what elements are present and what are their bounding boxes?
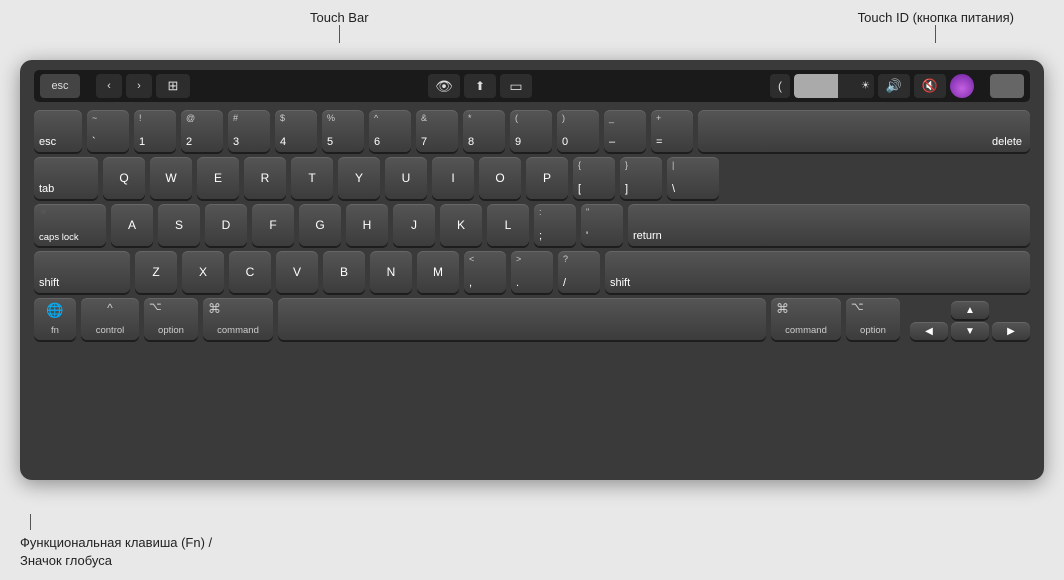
minus-key[interactable]: _ – xyxy=(604,110,646,152)
l-key[interactable]: L xyxy=(487,204,529,246)
arrow-left-key[interactable]: ◀ xyxy=(910,322,948,340)
tb-brightness-key[interactable]: ☀ xyxy=(794,74,874,98)
tb-paren-key[interactable]: ( xyxy=(770,74,790,98)
backslash-key[interactable]: | \ xyxy=(667,157,719,199)
slash-key[interactable]: ? / xyxy=(558,251,600,293)
g-key[interactable]: G xyxy=(299,204,341,246)
z-key[interactable]: Z xyxy=(135,251,177,293)
tb-siri-key[interactable] xyxy=(950,74,974,98)
p-key[interactable]: P xyxy=(526,157,568,199)
tb-eye-key[interactable]: 👁 xyxy=(428,74,460,98)
keyboard: esc ‹ › ⊞ 👁 ⬆ ▭ ( ☀ 🔊 🔇 esc ~ xyxy=(20,60,1044,480)
f-key[interactable]: F xyxy=(252,204,294,246)
period-key[interactable]: > . xyxy=(511,251,553,293)
return-key[interactable]: return xyxy=(628,204,1030,246)
touch-bar: esc ‹ › ⊞ 👁 ⬆ ▭ ( ☀ 🔊 🔇 xyxy=(34,70,1030,102)
asdf-row: caps lock A S D F G H J K L : ; " ' retu… xyxy=(34,204,1030,246)
m-key[interactable]: M xyxy=(417,251,459,293)
1-key[interactable]: ! 1 xyxy=(134,110,176,152)
v-key[interactable]: V xyxy=(276,251,318,293)
key-rows: esc ~ ` ! 1 @ 2 # 3 $ 4 % xyxy=(34,110,1030,340)
touchid-annotation: Touch ID (кнопка питания) xyxy=(858,10,1014,43)
x-key[interactable]: X xyxy=(182,251,224,293)
quote-key[interactable]: " ' xyxy=(581,204,623,246)
arrow-right-key[interactable]: ▶ xyxy=(992,322,1030,340)
rbracket-key[interactable]: } ] xyxy=(620,157,662,199)
4-key[interactable]: $ 4 xyxy=(275,110,317,152)
i-key[interactable]: I xyxy=(432,157,474,199)
touchbar-annotation: Touch Bar xyxy=(310,10,369,43)
zxcv-row: shift Z X C V B N M < , > . ? / shift xyxy=(34,251,1030,293)
j-key[interactable]: J xyxy=(393,204,435,246)
tb-overlay-key[interactable]: ▭ xyxy=(500,74,532,98)
tb-touchid-key[interactable] xyxy=(990,74,1024,98)
a-key[interactable]: A xyxy=(111,204,153,246)
w-key[interactable]: W xyxy=(150,157,192,199)
o-key[interactable]: O xyxy=(479,157,521,199)
arrow-down-key[interactable]: ▼ xyxy=(951,322,989,340)
s-key[interactable]: S xyxy=(158,204,200,246)
touchbar-label: Touch Bar xyxy=(310,10,369,25)
d-key[interactable]: D xyxy=(205,204,247,246)
control-key[interactable]: ^ control xyxy=(81,298,139,340)
y-key[interactable]: Y xyxy=(338,157,380,199)
arrow-cluster: ▲ ◀ ▼ ▶ xyxy=(910,301,1030,340)
number-row: esc ~ ` ! 1 @ 2 # 3 $ 4 % xyxy=(34,110,1030,152)
shift-left-key[interactable]: shift xyxy=(34,251,130,293)
command-left-key[interactable]: ⌘ command xyxy=(203,298,273,340)
bottom-row: fn 🌐 ^ control ⌥ option ⌘ command ⌘ comm… xyxy=(34,298,1030,340)
5-key[interactable]: % 5 xyxy=(322,110,364,152)
3-key[interactable]: # 3 xyxy=(228,110,270,152)
7-key[interactable]: & 7 xyxy=(416,110,458,152)
h-key[interactable]: H xyxy=(346,204,388,246)
capslock-indicator xyxy=(41,209,46,214)
touchid-label: Touch ID (кнопка питания) xyxy=(858,10,1014,25)
r-key[interactable]: R xyxy=(244,157,286,199)
8-key[interactable]: * 8 xyxy=(463,110,505,152)
option-left-key[interactable]: ⌥ option xyxy=(144,298,198,340)
capslock-key[interactable]: caps lock xyxy=(34,204,106,246)
globe-icon: 🌐 xyxy=(46,302,63,319)
k-key[interactable]: K xyxy=(440,204,482,246)
2-key[interactable]: @ 2 xyxy=(181,110,223,152)
tb-esc-key[interactable]: esc xyxy=(40,74,80,98)
semicolon-key[interactable]: : ; xyxy=(534,204,576,246)
equals-key[interactable]: + = xyxy=(651,110,693,152)
esc-key[interactable]: esc xyxy=(34,110,82,152)
tb-forward-key[interactable]: › xyxy=(126,74,152,98)
tb-back-key[interactable]: ‹ xyxy=(96,74,122,98)
e-key[interactable]: E xyxy=(197,157,239,199)
comma-key[interactable]: < , xyxy=(464,251,506,293)
delete-key[interactable]: delete xyxy=(698,110,1030,152)
tb-appswitch-key[interactable]: ⊞ xyxy=(156,74,190,98)
0-key[interactable]: ) 0 xyxy=(557,110,599,152)
tab-key[interactable]: tab xyxy=(34,157,98,199)
6-key[interactable]: ^ 6 xyxy=(369,110,411,152)
9-key[interactable]: ( 9 xyxy=(510,110,552,152)
tb-mute-key[interactable]: 🔇 xyxy=(914,74,946,98)
tb-share-key[interactable]: ⬆ xyxy=(464,74,496,98)
fn-key[interactable]: fn 🌐 xyxy=(34,298,76,340)
fn-annotation: Функциональная клавиша (Fn) / Значок гло… xyxy=(20,514,212,570)
arrow-up-key[interactable]: ▲ xyxy=(951,301,989,319)
lbracket-key[interactable]: { [ xyxy=(573,157,615,199)
q-key[interactable]: Q xyxy=(103,157,145,199)
c-key[interactable]: C xyxy=(229,251,271,293)
n-key[interactable]: N xyxy=(370,251,412,293)
space-key[interactable] xyxy=(278,298,766,340)
u-key[interactable]: U xyxy=(385,157,427,199)
option-right-key[interactable]: ⌥ option xyxy=(846,298,900,340)
command-right-key[interactable]: ⌘ command xyxy=(771,298,841,340)
b-key[interactable]: B xyxy=(323,251,365,293)
backtick-key[interactable]: ~ ` xyxy=(87,110,129,152)
shift-right-key[interactable]: shift xyxy=(605,251,1030,293)
t-key[interactable]: T xyxy=(291,157,333,199)
qwerty-row: tab Q W E R T Y U I O P { [ } ] | \ xyxy=(34,157,1030,199)
tb-volume-key[interactable]: 🔊 xyxy=(878,74,910,98)
